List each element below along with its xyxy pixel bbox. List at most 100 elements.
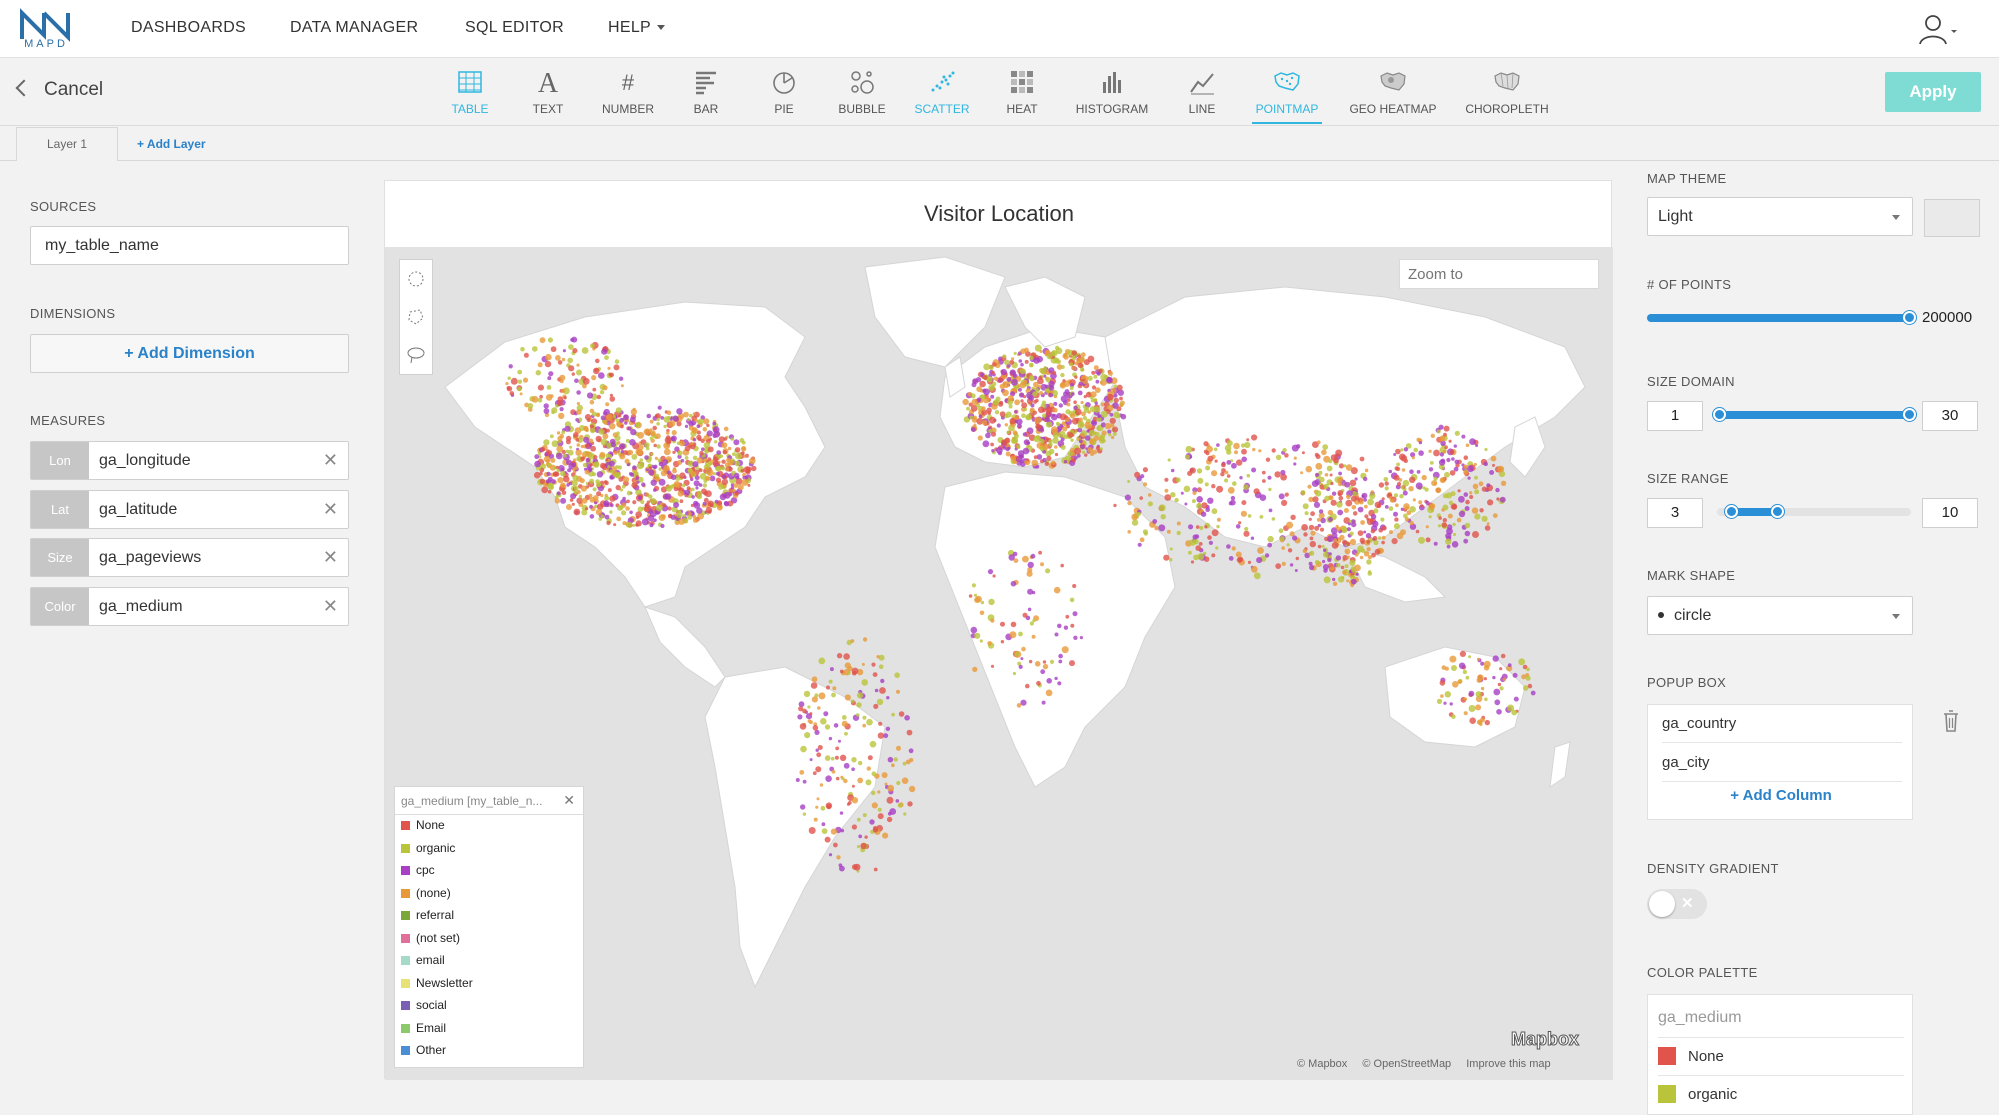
measure-size[interactable]: Size ga_pageviews ✕	[30, 538, 349, 577]
tab-layer-1[interactable]: Layer 1	[16, 127, 118, 161]
measure-color[interactable]: Color ga_medium ✕	[30, 587, 349, 626]
apply-button[interactable]: Apply	[1885, 72, 1981, 112]
chart-type-number[interactable]: # NUMBER	[598, 68, 658, 116]
density-gradient-toggle[interactable]: ✕	[1647, 889, 1707, 919]
color-swatch[interactable]	[1658, 1085, 1676, 1103]
legend-item[interactable]: (not set)	[395, 928, 583, 951]
map-point	[1271, 517, 1276, 521]
user-icon[interactable]	[1918, 12, 1958, 46]
map-point	[572, 348, 578, 354]
size-range-knob-min[interactable]	[1725, 505, 1738, 518]
close-icon[interactable]: ✕	[323, 442, 338, 479]
map-point	[1319, 527, 1325, 532]
map-point	[1030, 553, 1036, 559]
map-point	[1411, 456, 1415, 460]
nav-data-manager[interactable]: DATA MANAGER	[290, 19, 418, 37]
attribution-osm[interactable]: © OpenStreetMap	[1362, 1058, 1451, 1070]
chart-type-text[interactable]: A TEXT	[528, 68, 568, 116]
legend-item[interactable]: Newsletter	[395, 973, 583, 996]
legend-item[interactable]: email	[395, 950, 583, 973]
chart-type-scatter[interactable]: SCATTER	[912, 68, 972, 116]
measure-lat[interactable]: Lat ga_latitude ✕	[30, 490, 349, 529]
map-point	[980, 394, 986, 400]
map-point	[1014, 419, 1019, 424]
map-theme-select[interactable]: Light	[1647, 197, 1913, 236]
palette-item[interactable]: None	[1658, 1037, 1904, 1075]
map-point	[1051, 460, 1056, 465]
legend-item[interactable]: (none)	[395, 883, 583, 906]
size-domain-min[interactable]: 1	[1647, 401, 1703, 431]
map-point	[1100, 373, 1108, 381]
close-icon[interactable]: ✕	[563, 792, 575, 809]
size-domain-knob-min[interactable]	[1713, 408, 1726, 421]
measure-lon[interactable]: Lon ga_longitude ✕	[30, 441, 349, 480]
close-icon[interactable]: ✕	[323, 539, 338, 576]
map-point	[655, 504, 663, 512]
map-point	[1057, 681, 1062, 686]
chart-type-choropleth[interactable]: CHOROPLETH	[1462, 68, 1552, 116]
color-swatch[interactable]	[1658, 1047, 1676, 1065]
size-domain-max[interactable]: 30	[1922, 401, 1978, 431]
trash-icon[interactable]	[1941, 708, 1961, 734]
polygon-select-icon[interactable]	[400, 298, 432, 336]
size-range-knob-max[interactable]	[1771, 505, 1784, 518]
map-point	[1412, 498, 1416, 502]
map-point	[1446, 544, 1451, 549]
legend-item[interactable]: organic	[395, 838, 583, 861]
nav-sql-editor[interactable]: SQL EDITOR	[465, 19, 564, 37]
legend-item[interactable]: Email	[395, 1018, 583, 1041]
map-point	[1499, 686, 1504, 691]
chart-type-histogram[interactable]: HISTOGRAM	[1072, 68, 1152, 116]
lasso-select-icon[interactable]	[400, 336, 432, 374]
add-dimension-button[interactable]: + Add Dimension	[30, 334, 349, 373]
attribution-mapbox[interactable]: © Mapbox	[1297, 1058, 1347, 1070]
cancel-button[interactable]: Cancel	[15, 79, 103, 101]
map-point	[1176, 530, 1181, 536]
chart-type-bubble[interactable]: BUBBLE	[836, 68, 888, 116]
chart-type-geo-heatmap[interactable]: GEO HEATMAP	[1346, 68, 1440, 116]
chart-type-pointmap[interactable]: POINTMAP	[1252, 68, 1322, 124]
palette-item[interactable]: organic	[1658, 1075, 1904, 1113]
map-point	[1238, 521, 1242, 525]
nav-help[interactable]: HELP	[608, 19, 665, 37]
popup-column[interactable]: ga_city	[1662, 744, 1902, 782]
map-point	[1370, 529, 1375, 534]
chart-type-line[interactable]: LINE	[1182, 68, 1222, 116]
map-point	[550, 457, 556, 463]
mark-shape-select[interactable]: circle	[1647, 596, 1913, 635]
nav-dashboards[interactable]: DASHBOARDS	[131, 19, 246, 37]
map-point	[861, 662, 865, 666]
chart-type-heat[interactable]: HEAT	[1002, 68, 1042, 116]
close-icon[interactable]: ✕	[323, 491, 338, 528]
legend-item[interactable]: None	[395, 815, 583, 838]
popup-column[interactable]: ga_country	[1662, 705, 1902, 743]
map-point	[589, 478, 595, 484]
map-point	[1294, 569, 1298, 572]
add-column-button[interactable]: + Add Column	[1648, 787, 1914, 804]
map-point	[646, 413, 652, 419]
improve-map-link[interactable]: Improve this map	[1466, 1058, 1550, 1070]
map-point	[1213, 447, 1218, 452]
map-point	[877, 807, 882, 812]
map-point	[1481, 486, 1487, 492]
size-domain-knob-max[interactable]	[1903, 408, 1916, 421]
add-layer-button[interactable]: + Add Layer	[137, 137, 206, 151]
circle-select-icon[interactable]	[400, 260, 432, 298]
zoom-to-input[interactable]	[1399, 259, 1599, 289]
chart-type-bar[interactable]: BAR	[686, 68, 726, 116]
source-select[interactable]: my_table_name	[30, 226, 349, 265]
close-icon[interactable]: ✕	[323, 588, 338, 625]
chart-type-table[interactable]: TABLE	[450, 68, 490, 116]
legend-item[interactable]: Other	[395, 1040, 583, 1063]
legend-item[interactable]: referral	[395, 905, 583, 928]
size-range-min[interactable]: 3	[1647, 498, 1703, 528]
chart-type-pie[interactable]: PIE	[764, 68, 804, 116]
size-range-max[interactable]: 10	[1922, 498, 1978, 528]
map-point	[1483, 660, 1491, 668]
legend-item[interactable]: cpc	[395, 860, 583, 883]
map-point	[1448, 439, 1452, 443]
point-map[interactable]: ga_medium [my_table_n... ✕ None organic cp…	[385, 247, 1613, 1080]
map-point	[1526, 667, 1530, 672]
points-slider-knob[interactable]	[1903, 311, 1916, 324]
legend-item[interactable]: social	[395, 995, 583, 1018]
